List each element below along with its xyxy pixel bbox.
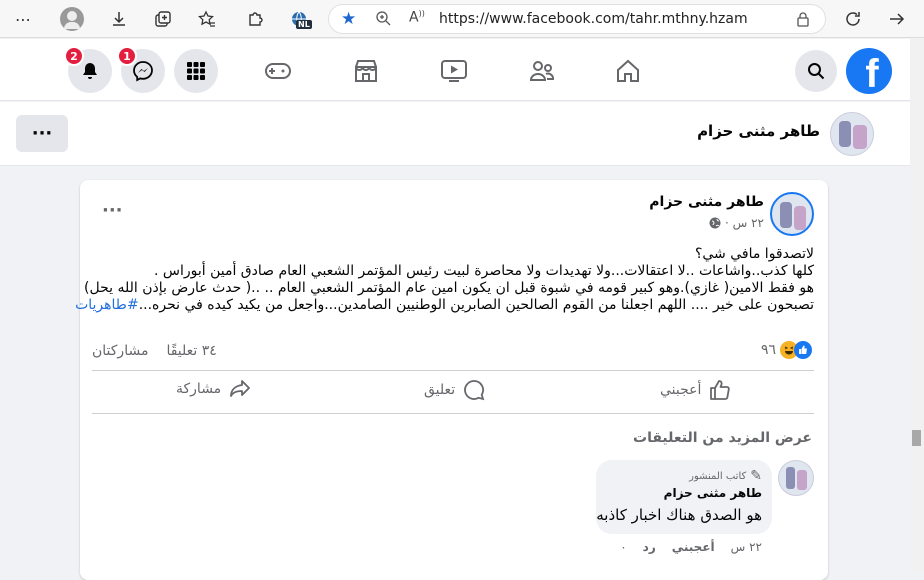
translate-icon[interactable]: NL: [288, 8, 312, 30]
comment-reply-button[interactable]: رد: [643, 540, 656, 554]
home-nav-icon[interactable]: [612, 55, 644, 87]
share-button[interactable]: مشاركة: [176, 379, 251, 399]
like-reaction-icon: [794, 341, 812, 359]
grid-menu-icon: [187, 62, 205, 80]
browser-toolbar: ⋯ NL ★ A)) https://www.facebook.com/tahr…: [0, 0, 924, 38]
post-line: كلها كذب..واشاعات ..لا اعتقالات...ولا ته…: [153, 263, 814, 279]
profile-name[interactable]: طاهر مثنى حزام: [697, 122, 820, 140]
extensions-icon[interactable]: [244, 8, 266, 30]
post-author-avatar[interactable]: [770, 192, 814, 236]
scrollbar[interactable]: [910, 39, 924, 572]
read-aloud-icon[interactable]: A)): [409, 9, 425, 26]
messenger-icon: [133, 61, 153, 82]
forward-icon[interactable]: [886, 8, 908, 30]
marketplace-nav-icon[interactable]: [350, 55, 382, 87]
favorites-icon[interactable]: [196, 8, 218, 30]
comment-like-button[interactable]: أعجبني: [672, 540, 715, 554]
share-icon: [230, 380, 251, 397]
zoom-icon[interactable]: [375, 10, 391, 30]
profile-avatar[interactable]: [830, 112, 874, 156]
share-label: مشاركة: [176, 381, 222, 397]
comment-author[interactable]: طاهر مثنى حزام: [664, 486, 762, 500]
reactions-summary[interactable]: ٩٦: [761, 341, 812, 359]
downloads-icon[interactable]: [108, 8, 130, 30]
scrollbar-thumb[interactable]: [912, 430, 921, 446]
groups-nav-icon[interactable]: [526, 55, 558, 87]
messenger-badge: 1: [117, 46, 137, 66]
notifications-button[interactable]: 2: [64, 46, 112, 93]
shares-count[interactable]: مشاركتان: [92, 343, 148, 359]
comment-actions: ٢٢ س أعجبني رد ٠: [620, 540, 762, 554]
globe-icon: [709, 217, 721, 229]
like-label: أعجبني: [660, 382, 702, 398]
hashtag-link[interactable]: #طاهريات: [75, 297, 139, 313]
post-author-name[interactable]: طاهر مثنى حزام: [649, 194, 764, 210]
view-more-comments[interactable]: عرض المزيد من التعليقات: [633, 430, 812, 446]
bell-icon: [83, 63, 97, 79]
comment-count: ٠: [620, 540, 627, 554]
notifications-badge: 2: [64, 46, 84, 66]
post-stats-left: مشاركتان ٣٤ تعليقًا: [92, 343, 217, 359]
comment-icon: [464, 380, 485, 401]
lock-icon[interactable]: [797, 11, 809, 31]
author-badge-label: كاتب المنشور: [689, 470, 747, 482]
post-actions: مشاركة تعليق أعجبني: [92, 370, 814, 414]
watch-nav-icon[interactable]: [438, 55, 470, 87]
comment-label: تعليق: [424, 382, 456, 398]
post-line: لاتصدقوا مافي شي؟: [694, 246, 814, 262]
comment-bubble: ✎ كاتب المنشور طاهر مثنى حزام هو الصدق ه…: [596, 460, 772, 534]
menu-button[interactable]: [174, 49, 218, 93]
url-text[interactable]: https://www.facebook.com/tahr.mthny.hzam: [439, 11, 748, 27]
facebook-logo[interactable]: f: [846, 48, 892, 94]
browser-more-icon[interactable]: ⋯: [12, 8, 34, 30]
comment-text: هو الصدق هناك اخبار كاذبه: [596, 506, 762, 524]
refresh-icon[interactable]: [842, 8, 864, 30]
like-button[interactable]: أعجبني: [660, 379, 731, 401]
thumbs-up-icon: [710, 380, 731, 400]
reactions-count: ٩٦: [760, 342, 776, 358]
post-time[interactable]: ٢٢ س ·: [725, 216, 764, 230]
author-badge: ✎ كاتب المنشور: [689, 468, 762, 484]
post-meta: ٢٢ س ·: [709, 216, 764, 230]
favorite-star-icon[interactable]: ★: [341, 9, 356, 29]
profile-icon[interactable]: [60, 7, 84, 31]
search-button[interactable]: [795, 50, 837, 92]
messenger-button[interactable]: 1: [117, 46, 165, 93]
post-line: هو فقط الامين( غازي).وهو كبير قومه في شب…: [84, 280, 814, 296]
post-card: ··· طاهر مثنى حزام ٢٢ س · لاتصدقوا مافي …: [75, 180, 828, 580]
collections-icon[interactable]: [152, 8, 174, 30]
commenter-avatar[interactable]: [778, 460, 814, 496]
profile-more-button[interactable]: ···: [16, 115, 68, 152]
comment-button[interactable]: تعليق: [424, 379, 485, 401]
comments-count[interactable]: ٣٤ تعليقًا: [166, 343, 216, 359]
post-line: تصبحون على خير .... اللهم اجعلنا من القو…: [138, 297, 814, 313]
post-body: لاتصدقوا مافي شي؟ كلها كذب..واشاعات ..لا…: [75, 246, 814, 314]
language-badge: NL: [296, 20, 312, 29]
address-bar[interactable]: ★ A)) https://www.facebook.com/tahr.mthn…: [328, 4, 826, 34]
facebook-navbar: 2 1 f: [0, 39, 910, 101]
gaming-nav-icon[interactable]: [262, 55, 294, 87]
comment-time[interactable]: ٢٢ س: [731, 540, 762, 554]
pencil-icon: ✎: [750, 468, 762, 484]
profile-header: ··· طاهر مثنى حزام: [0, 102, 910, 166]
post-more-button[interactable]: ···: [102, 200, 123, 221]
search-icon: [808, 63, 825, 80]
